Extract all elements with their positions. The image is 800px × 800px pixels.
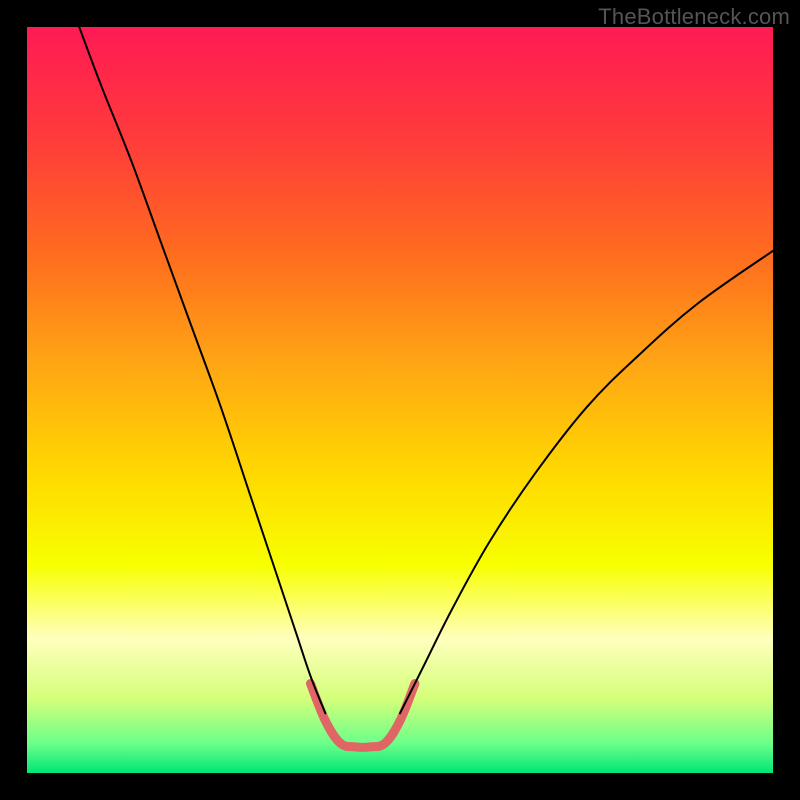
chart-frame: TheBottleneck.com [0, 0, 800, 800]
chart-svg [27, 27, 773, 773]
plot-area [27, 27, 773, 773]
gradient-background [27, 27, 773, 773]
